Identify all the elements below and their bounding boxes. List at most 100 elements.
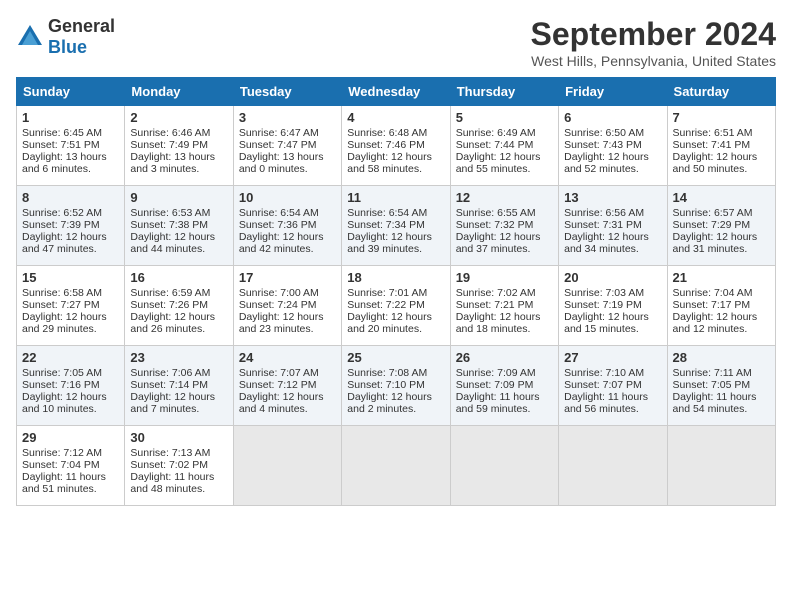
sunrise-label: Sunrise: 6:59 AM — [130, 287, 210, 299]
calendar-cell: 30 Sunrise: 7:13 AM Sunset: 7:02 PM Dayl… — [125, 426, 233, 506]
daylight-label: Daylight: 12 hours and 18 minutes. — [456, 311, 541, 335]
daylight-label: Daylight: 12 hours and 2 minutes. — [347, 391, 432, 415]
sunrise-label: Sunrise: 7:11 AM — [673, 367, 752, 379]
sunrise-label: Sunrise: 7:03 AM — [564, 287, 644, 299]
calendar-cell: 20 Sunrise: 7:03 AM Sunset: 7:19 PM Dayl… — [559, 266, 667, 346]
calendar-cell: 10 Sunrise: 6:54 AM Sunset: 7:36 PM Dayl… — [233, 186, 341, 266]
calendar-cell: 16 Sunrise: 6:59 AM Sunset: 7:26 PM Dayl… — [125, 266, 233, 346]
calendar-cell: 8 Sunrise: 6:52 AM Sunset: 7:39 PM Dayli… — [17, 186, 125, 266]
daylight-label: Daylight: 12 hours and 55 minutes. — [456, 151, 541, 175]
day-number: 14 — [673, 190, 770, 205]
day-number: 1 — [22, 110, 119, 125]
calendar-cell: 21 Sunrise: 7:04 AM Sunset: 7:17 PM Dayl… — [667, 266, 775, 346]
day-number: 21 — [673, 270, 770, 285]
day-number: 19 — [456, 270, 553, 285]
sunset-label: Sunset: 7:17 PM — [673, 299, 751, 311]
daylight-label: Daylight: 12 hours and 7 minutes. — [130, 391, 215, 415]
calendar-cell: 17 Sunrise: 7:00 AM Sunset: 7:24 PM Dayl… — [233, 266, 341, 346]
sunrise-label: Sunrise: 6:51 AM — [673, 127, 753, 139]
calendar-week-row: 8 Sunrise: 6:52 AM Sunset: 7:39 PM Dayli… — [17, 186, 776, 266]
calendar-cell: 11 Sunrise: 6:54 AM Sunset: 7:34 PM Dayl… — [342, 186, 450, 266]
sunrise-label: Sunrise: 7:09 AM — [456, 367, 536, 379]
day-number: 22 — [22, 350, 119, 365]
daylight-label: Daylight: 12 hours and 12 minutes. — [673, 311, 758, 335]
day-number: 27 — [564, 350, 661, 365]
calendar-cell — [667, 426, 775, 506]
sunset-label: Sunset: 7:26 PM — [130, 299, 208, 311]
daylight-label: Daylight: 12 hours and 52 minutes. — [564, 151, 649, 175]
daylight-label: Daylight: 13 hours and 3 minutes. — [130, 151, 215, 175]
sunrise-label: Sunrise: 7:06 AM — [130, 367, 210, 379]
sunset-label: Sunset: 7:29 PM — [673, 219, 751, 231]
daylight-label: Daylight: 12 hours and 15 minutes. — [564, 311, 649, 335]
sunset-label: Sunset: 7:04 PM — [22, 459, 100, 471]
sunset-label: Sunset: 7:16 PM — [22, 379, 100, 391]
daylight-label: Daylight: 11 hours and 48 minutes. — [130, 471, 214, 495]
calendar-cell: 9 Sunrise: 6:53 AM Sunset: 7:38 PM Dayli… — [125, 186, 233, 266]
calendar-cell: 24 Sunrise: 7:07 AM Sunset: 7:12 PM Dayl… — [233, 346, 341, 426]
sunrise-label: Sunrise: 7:00 AM — [239, 287, 319, 299]
sunrise-label: Sunrise: 6:47 AM — [239, 127, 319, 139]
day-number: 29 — [22, 430, 119, 445]
day-number: 13 — [564, 190, 661, 205]
calendar-cell: 22 Sunrise: 7:05 AM Sunset: 7:16 PM Dayl… — [17, 346, 125, 426]
day-number: 17 — [239, 270, 336, 285]
sunrise-label: Sunrise: 6:50 AM — [564, 127, 644, 139]
sunrise-label: Sunrise: 7:07 AM — [239, 367, 319, 379]
calendar-cell — [233, 426, 341, 506]
sunrise-label: Sunrise: 7:02 AM — [456, 287, 536, 299]
daylight-label: Daylight: 11 hours and 54 minutes. — [673, 391, 757, 415]
calendar-cell: 23 Sunrise: 7:06 AM Sunset: 7:14 PM Dayl… — [125, 346, 233, 426]
calendar-cell: 13 Sunrise: 6:56 AM Sunset: 7:31 PM Dayl… — [559, 186, 667, 266]
logo-blue: Blue — [48, 37, 87, 57]
calendar-cell: 6 Sunrise: 6:50 AM Sunset: 7:43 PM Dayli… — [559, 106, 667, 186]
calendar-cell: 7 Sunrise: 6:51 AM Sunset: 7:41 PM Dayli… — [667, 106, 775, 186]
page-header: General Blue September 2024 West Hills, … — [16, 16, 776, 69]
calendar-cell — [342, 426, 450, 506]
sunset-label: Sunset: 7:07 PM — [564, 379, 642, 391]
day-number: 15 — [22, 270, 119, 285]
day-number: 11 — [347, 190, 444, 205]
sunrise-label: Sunrise: 7:01 AM — [347, 287, 427, 299]
day-number: 3 — [239, 110, 336, 125]
sunset-label: Sunset: 7:43 PM — [564, 139, 642, 151]
sunrise-label: Sunrise: 6:58 AM — [22, 287, 102, 299]
calendar-cell: 26 Sunrise: 7:09 AM Sunset: 7:09 PM Dayl… — [450, 346, 558, 426]
calendar-table: SundayMondayTuesdayWednesdayThursdayFrid… — [16, 77, 776, 506]
sunset-label: Sunset: 7:21 PM — [456, 299, 534, 311]
sunset-label: Sunset: 7:51 PM — [22, 139, 100, 151]
calendar-week-row: 22 Sunrise: 7:05 AM Sunset: 7:16 PM Dayl… — [17, 346, 776, 426]
calendar-cell: 29 Sunrise: 7:12 AM Sunset: 7:04 PM Dayl… — [17, 426, 125, 506]
sunrise-label: Sunrise: 6:57 AM — [673, 207, 753, 219]
sunset-label: Sunset: 7:34 PM — [347, 219, 425, 231]
sunrise-label: Sunrise: 6:54 AM — [347, 207, 427, 219]
calendar-week-row: 29 Sunrise: 7:12 AM Sunset: 7:04 PM Dayl… — [17, 426, 776, 506]
calendar-cell: 1 Sunrise: 6:45 AM Sunset: 7:51 PM Dayli… — [17, 106, 125, 186]
sunset-label: Sunset: 7:24 PM — [239, 299, 317, 311]
sunset-label: Sunset: 7:10 PM — [347, 379, 425, 391]
day-number: 10 — [239, 190, 336, 205]
day-number: 24 — [239, 350, 336, 365]
daylight-label: Daylight: 12 hours and 26 minutes. — [130, 311, 215, 335]
calendar-cell: 28 Sunrise: 7:11 AM Sunset: 7:05 PM Dayl… — [667, 346, 775, 426]
calendar-cell: 27 Sunrise: 7:10 AM Sunset: 7:07 PM Dayl… — [559, 346, 667, 426]
calendar-week-row: 15 Sunrise: 6:58 AM Sunset: 7:27 PM Dayl… — [17, 266, 776, 346]
day-number: 6 — [564, 110, 661, 125]
day-number: 2 — [130, 110, 227, 125]
daylight-label: Daylight: 12 hours and 42 minutes. — [239, 231, 324, 255]
sunrise-label: Sunrise: 6:49 AM — [456, 127, 536, 139]
sunset-label: Sunset: 7:47 PM — [239, 139, 317, 151]
day-number: 16 — [130, 270, 227, 285]
calendar-day-header: Thursday — [450, 78, 558, 106]
month-title: September 2024 — [531, 16, 776, 53]
sunrise-label: Sunrise: 7:05 AM — [22, 367, 102, 379]
day-number: 25 — [347, 350, 444, 365]
daylight-label: Daylight: 12 hours and 23 minutes. — [239, 311, 324, 335]
calendar-cell: 4 Sunrise: 6:48 AM Sunset: 7:46 PM Dayli… — [342, 106, 450, 186]
daylight-label: Daylight: 12 hours and 31 minutes. — [673, 231, 758, 255]
calendar-day-header: Monday — [125, 78, 233, 106]
day-number: 4 — [347, 110, 444, 125]
calendar-cell: 14 Sunrise: 6:57 AM Sunset: 7:29 PM Dayl… — [667, 186, 775, 266]
day-number: 18 — [347, 270, 444, 285]
calendar-cell: 3 Sunrise: 6:47 AM Sunset: 7:47 PM Dayli… — [233, 106, 341, 186]
